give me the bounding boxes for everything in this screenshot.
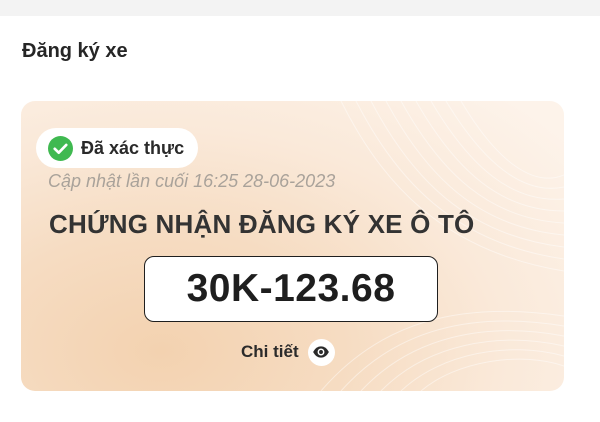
license-plate: 30K-123.68 (144, 256, 438, 322)
status-badge-label: Đã xác thực (81, 137, 185, 158)
document-title: CHỨNG NHẬN ĐĂNG KÝ XE Ô TÔ (49, 209, 475, 239)
vehicle-registration-card[interactable]: Đã xác thực Cập nhật lần cuối 16:25 28-0… (21, 101, 564, 391)
verified-status-badge: Đã xác thực (36, 128, 199, 168)
top-divider-strip (0, 0, 600, 16)
eye-icon[interactable] (307, 338, 335, 366)
view-details-label: Chi tiết (241, 342, 299, 361)
view-details-button[interactable]: Chi tiết (241, 337, 335, 367)
check-circle-icon (48, 135, 73, 161)
section-title: Đăng ký xe (22, 40, 128, 62)
plate-number: 30K-123.68 (186, 267, 396, 310)
last-updated-text: Cập nhật lần cuối 16:25 28-06-2023 (48, 171, 336, 191)
